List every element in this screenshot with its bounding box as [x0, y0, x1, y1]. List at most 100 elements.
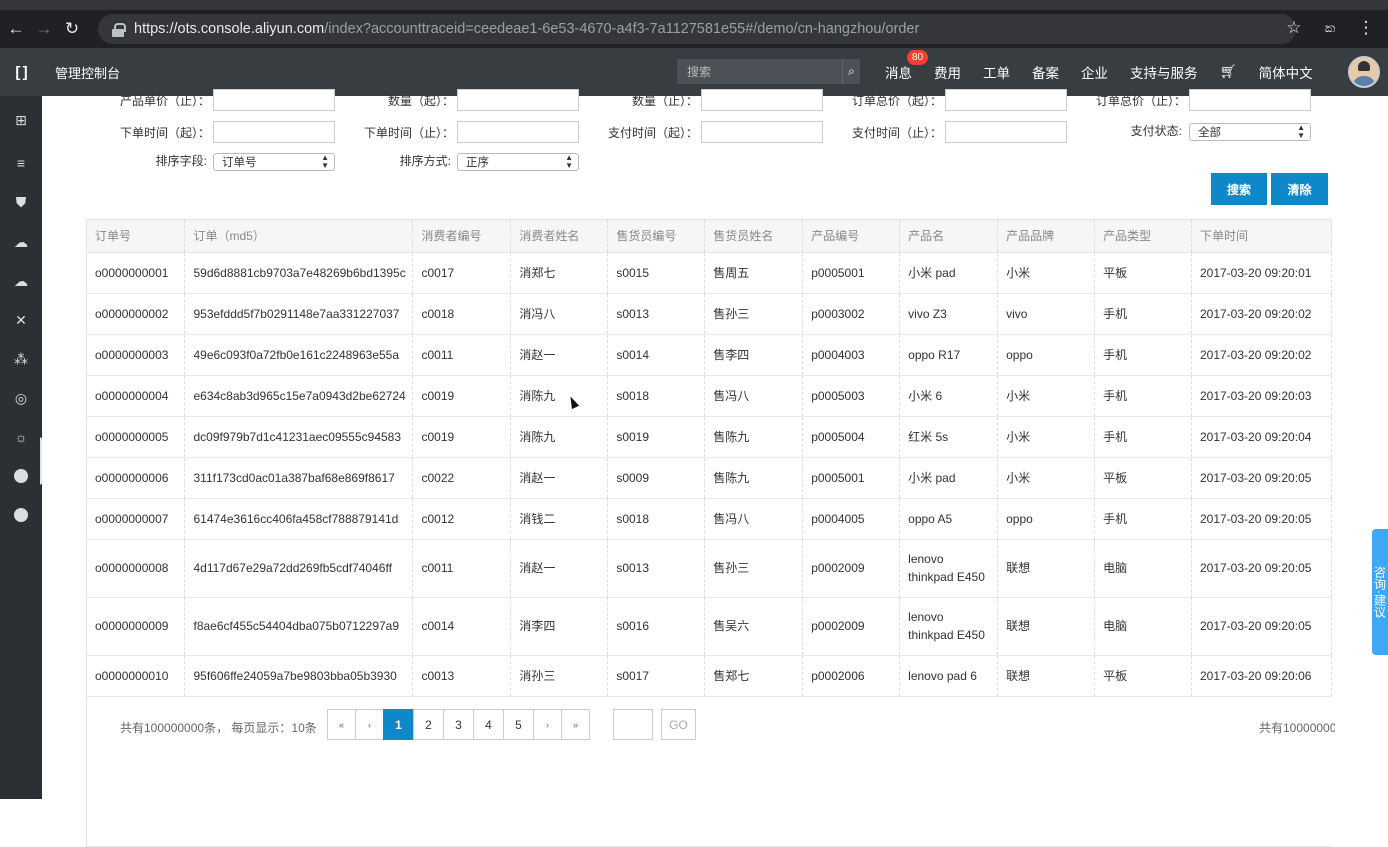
last-page-button[interactable]: » [561, 709, 590, 740]
col-product-type-cell: 手机 [1094, 498, 1192, 540]
table-row[interactable]: o0000000005 dc09f979b7d1c41231aec09555c94… [87, 416, 1333, 458]
col-seller-id-cell: s0017 [607, 655, 706, 697]
table-row[interactable]: o0000000002 953efddd5f7b0291148e7aa331227… [87, 293, 1333, 335]
col-consumer-id-cell: c0011 [412, 539, 512, 598]
globe-icon[interactable]: ◎ [10, 387, 32, 409]
col-order-time-cell: 2017-03-20 09:20:03 [1191, 375, 1333, 417]
bookmark-star-icon[interactable]: ☆ [1280, 14, 1308, 42]
cart-icon[interactable]: 🛒︎ [1220, 64, 1237, 80]
address-bar[interactable]: https://ots.console.aliyun.com/index?acc… [98, 14, 1296, 44]
nav-support[interactable]: 支持与服务 [1130, 62, 1198, 82]
incognito-icon[interactable]: ක [1316, 14, 1344, 42]
pay-status-select[interactable]: 全部 ▲ ▼ [1189, 123, 1311, 141]
circle-icon[interactable] [10, 465, 32, 487]
unit-price-max-input[interactable] [213, 89, 335, 111]
col-consumer-id-cell: c0019 [412, 416, 512, 458]
order-time-min-input[interactable] [213, 121, 335, 143]
consult-feedback-widget[interactable]: 咨询·建议 [1372, 529, 1388, 655]
nav-billing[interactable]: 费用 [934, 62, 961, 82]
table-row[interactable]: o0000000010 95f606ffe24059a7be9803bba05b3… [87, 655, 1333, 697]
page-3-button[interactable]: 3 [443, 709, 474, 740]
next-page-button[interactable]: › [533, 709, 562, 740]
col-order-time-cell: 2017-03-20 09:20:06 [1191, 655, 1333, 697]
col-seller-id-cell: s0016 [607, 597, 706, 656]
forward-arrow-icon[interactable]: → [30, 15, 58, 43]
col-order-time-cell: 2017-03-20 09:20:05 [1191, 457, 1333, 499]
menu-kebab-icon[interactable]: ⋮ [1352, 14, 1380, 42]
go-button[interactable]: GO [661, 709, 696, 740]
sort-order-value: 正序 [466, 157, 489, 169]
col-order-id-cell: o0000000001 [87, 252, 186, 294]
select-arrows-icon: ▲ ▼ [565, 153, 573, 170]
col-consumer-id-cell: c0018 [412, 293, 512, 335]
grid-menu-icon[interactable]: ⊞ [10, 109, 32, 131]
cloud-icon[interactable]: ☁ [10, 231, 32, 253]
bug-icon[interactable]: ☼ [10, 426, 32, 448]
shield-icon[interactable]: ⛊ [10, 191, 32, 213]
col-consumer-id-cell: c0011 [412, 334, 512, 376]
col-product-name-cell: vivo Z3 [899, 293, 999, 335]
prev-page-button[interactable]: ‹ [355, 709, 384, 740]
table-row[interactable]: o0000000003 49e6c093f0a72fb0e161c2248963e… [87, 334, 1333, 376]
nav-tickets[interactable]: 工单 [983, 62, 1010, 82]
col-seller-id-cell: s0009 [607, 457, 706, 499]
total-max-input[interactable] [1189, 89, 1311, 111]
col-order-id-cell: o0000000007 [87, 498, 186, 540]
col-product-id-header: 产品编号 [802, 220, 901, 253]
qty-min-input[interactable] [457, 89, 579, 111]
table-row[interactable]: o0000000004 e634c8ab3d965c15e7a0943d2be62… [87, 375, 1333, 417]
search-icon[interactable]: ⌕ [842, 59, 860, 84]
reload-icon[interactable]: ↻ [58, 15, 86, 43]
col-seller-name-cell: 售周五 [704, 252, 804, 294]
first-page-button[interactable]: « [327, 709, 356, 740]
col-seller-id-cell: s0013 [607, 293, 706, 335]
col-seller-id-cell: s0014 [607, 334, 706, 376]
page-1-button[interactable]: 1 [383, 709, 414, 740]
nav-search-input[interactable] [677, 59, 842, 84]
nodes-icon[interactable]: ⁂ [10, 348, 32, 370]
nav-search: ⌕ [677, 59, 860, 84]
filter-label: 下单时间（起）： [119, 125, 210, 140]
nav-language[interactable]: 简体中文 [1259, 62, 1313, 82]
user-avatar[interactable] [1348, 56, 1380, 88]
nav-enterprise[interactable]: 企业 [1081, 62, 1108, 82]
col-product-type-cell: 手机 [1094, 334, 1192, 376]
table-row[interactable]: o0000000008 4d117d67e29a72dd269fb5cdf7404… [87, 539, 1333, 598]
col-product-id-cell: p0005001 [802, 252, 901, 294]
cross-tools-icon[interactable]: ✕ [10, 309, 32, 331]
sort-field-select[interactable]: 订单号 ▲ ▼ [213, 153, 335, 171]
aliyun-logo-icon[interactable]: [ ] [0, 64, 42, 81]
circle-icon-2[interactable] [10, 504, 32, 526]
table-row[interactable]: o0000000006 311f173cd0ac01a387baf68e869f8… [87, 457, 1333, 499]
nav-icp[interactable]: 备案 [1032, 62, 1059, 82]
page-2-button[interactable]: 2 [413, 709, 444, 740]
table-row[interactable]: o0000000001 59d6d8881cb9703a7e48269b6bd13… [87, 252, 1333, 294]
qty-max-input[interactable] [701, 89, 823, 111]
table-row[interactable]: o0000000007 61474e3616cc406fa458cf7888791… [87, 498, 1333, 540]
col-product-brand-cell: 小米 [997, 416, 1096, 458]
cloud-upload-icon[interactable]: ☁ [10, 270, 32, 292]
table-row[interactable]: o0000000009 f8ae6cf455c54404dba075b071229… [87, 597, 1333, 656]
page-jump-input[interactable] [613, 709, 653, 740]
server-icon[interactable]: ≡ [10, 152, 32, 174]
col-seller-name-cell: 售郑七 [704, 655, 804, 697]
console-title[interactable]: 管理控制台 [55, 63, 120, 82]
nav-messages[interactable]: 消息 80 [885, 50, 929, 82]
page-5-button[interactable]: 5 [503, 709, 534, 740]
clear-button[interactable]: 清除 [1271, 173, 1328, 205]
tab-strip [0, 0, 1388, 10]
col-product-name-cell: lenovo thinkpad E450 [899, 597, 999, 656]
pay-time-max-input[interactable] [945, 121, 1067, 143]
sort-order-select[interactable]: 正序 ▲ ▼ [457, 153, 579, 171]
url-path: /index?accounttraceid=ceedeae1-6e53-4670… [324, 21, 920, 37]
filter-total-min: 订单总价（起）： [842, 89, 1067, 111]
pay-time-min-input[interactable] [701, 121, 823, 143]
col-consumer-id-cell: c0019 [412, 375, 512, 417]
order-time-max-input[interactable] [457, 121, 579, 143]
total-min-input[interactable] [945, 89, 1067, 111]
col-seller-name-cell: 售李四 [704, 334, 804, 376]
back-arrow-icon[interactable]: ← [2, 15, 30, 43]
search-button[interactable]: 搜索 [1211, 173, 1267, 205]
filter-pay-time-max: 支付时间（止）： [842, 121, 1067, 143]
page-4-button[interactable]: 4 [473, 709, 504, 740]
